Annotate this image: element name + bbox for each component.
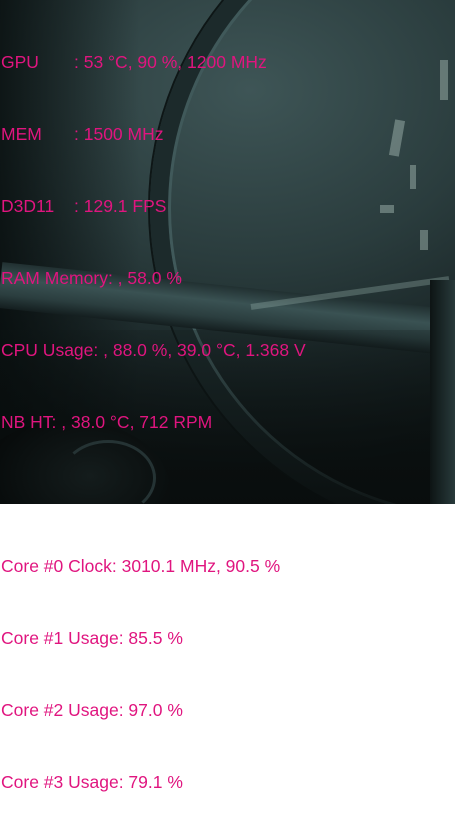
osd-mem-label: MEM	[1, 124, 42, 144]
performance-overlay: GPU : 53 °C, 90 %, 1200 MHz MEM : 1500 MHz…	[1, 2, 306, 818]
osd-core2-row: Core #2 Usage: 97.0 %	[1, 700, 183, 720]
osd-core3-row: Core #3 Usage: 79.1 %	[1, 772, 183, 792]
osd-cpu-row: CPU Usage: , 88.0 %, 39.0 °C, 1.368 V	[1, 340, 306, 360]
osd-d3d11-row: D3D11 : 129.1 FPS	[1, 194, 306, 218]
worn-paint-mark	[440, 60, 448, 100]
osd-gpu-row: GPU : 53 °C, 90 %, 1200 MHz	[1, 50, 306, 74]
scene-pillar	[430, 280, 455, 504]
osd-mem-value: : 1500 MHz	[74, 124, 164, 144]
osd-gpu-label: GPU	[1, 52, 39, 72]
osd-d3d11-label: D3D11	[1, 196, 55, 216]
osd-core0-row: Core #0 Clock: 3010.1 MHz, 90.5 %	[1, 556, 281, 576]
osd-gpu-value: : 53 °C, 90 %, 1200 MHz	[74, 52, 267, 72]
worn-paint-mark	[410, 165, 416, 189]
worn-paint-mark	[420, 230, 428, 250]
worn-paint-mark	[380, 205, 394, 213]
osd-nb-row: NB HT: , 38.0 °C, 712 RPM	[1, 412, 213, 432]
osd-core1-row: Core #1 Usage: 85.5 %	[1, 628, 183, 648]
osd-d3d11-value: : 129.1 FPS	[74, 196, 167, 216]
osd-ram-row: RAM Memory: , 58.0 %	[1, 268, 182, 288]
osd-mem-row: MEM : 1500 MHz	[1, 122, 306, 146]
osd-spacer	[1, 482, 306, 506]
